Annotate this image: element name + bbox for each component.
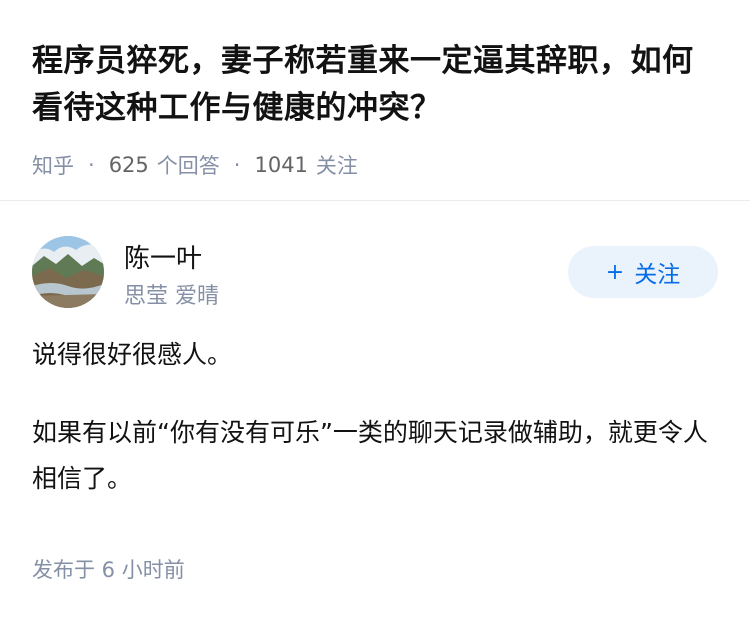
meta-separator: · (233, 153, 241, 177)
meta-separator: · (88, 153, 95, 177)
author-name[interactable]: 陈一叶 (124, 238, 202, 275)
avatar[interactable] (32, 236, 104, 308)
follow-button[interactable]: + 关注 (568, 246, 718, 298)
question-meta: 知乎 · 625 个回答 · 1041 关注 (32, 150, 722, 180)
answer-paragraph: 说得很好很感人。 (32, 340, 233, 369)
author-card: 陈一叶 思莹 爱晴 + 关注 (32, 236, 718, 309)
answer-content: 说得很好很感人。 如果有以前“你有没有可乐”一类的聊天记录做辅助，就更令人相信了… (32, 332, 722, 502)
follow-button-label: 关注 (634, 262, 681, 288)
landscape-avatar-icon (32, 236, 104, 308)
site-name[interactable]: 知乎 (32, 150, 74, 180)
section-divider (0, 200, 750, 201)
answer-timestamp[interactable]: 发布于 6 小时前 (32, 554, 185, 584)
answer-paragraph: 如果有以前“你有没有可乐”一类的聊天记录做辅助，就更令人相信了。 (32, 418, 708, 493)
plus-icon: + (605, 259, 625, 285)
follow-count-label[interactable]: 关注 (316, 150, 358, 180)
author-bio: 思莹 爱晴 (124, 284, 219, 309)
question-title[interactable]: 程序员猝死，妻子称若重来一定逼其辞职，如何看待这种工作与健康的冲突？ (32, 38, 722, 132)
question-header: 程序员猝死，妻子称若重来一定逼其辞职，如何看待这种工作与健康的冲突？ 知乎 · … (32, 38, 722, 180)
answer-count-label[interactable]: 个回答 (157, 150, 220, 180)
answer-count: 625 (108, 153, 149, 177)
follow-count: 1041 (254, 153, 308, 177)
